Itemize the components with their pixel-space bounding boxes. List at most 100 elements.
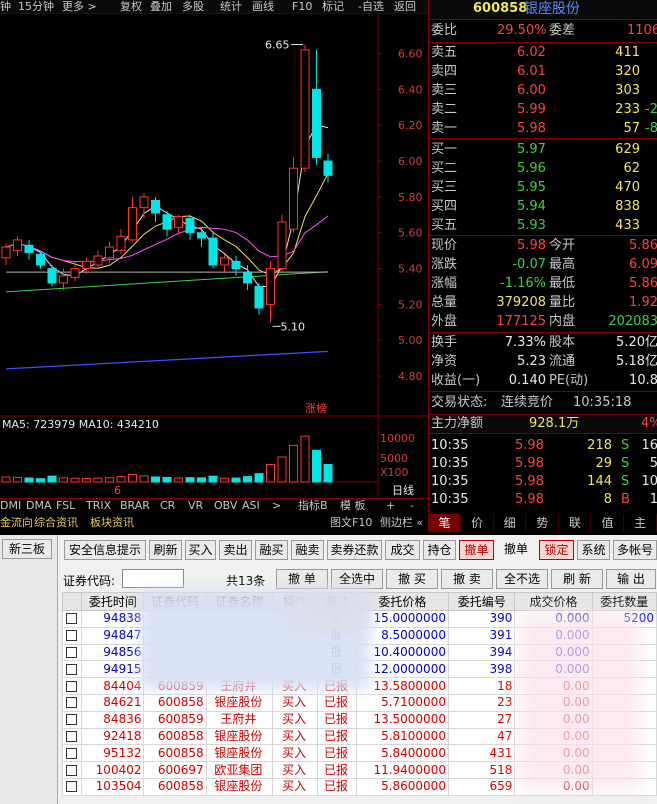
column-header[interactable]: 委托价格 [355,592,449,611]
row-checkbox[interactable] [65,680,77,692]
toolbar-item[interactable]: 更多 > [62,0,97,13]
toolbar-item[interactable]: 标记 [322,0,344,13]
order-time: 94847 [81,626,145,645]
candle-body [82,260,91,270]
asks-label: 卖四 [431,64,458,79]
indicator-tab[interactable]: CR [160,499,175,513]
row-checkbox[interactable] [65,697,77,709]
quote-tab[interactable]: 势 [526,514,559,532]
trade-button[interactable]: 多帐号 [613,540,657,560]
order-action-button[interactable]: 全选中 [331,569,383,589]
order-price: 11.9400000 [355,761,449,779]
toolbar-item[interactable]: -自选 [358,0,384,13]
toolbar-item[interactable]: 15分钟 [18,0,54,13]
column-header[interactable]: 委托数量 [591,592,657,611]
xinsanban-button[interactable]: 新三板 [2,539,52,559]
volume-bar [70,477,80,483]
info-tab[interactable]: 板块资讯 [90,515,134,530]
indicator-tab[interactable]: TRIX [86,499,111,513]
column-header[interactable] [61,592,83,611]
trade-button[interactable]: 卖券还款 [327,540,382,560]
row-checkbox[interactable] [65,663,77,675]
order-action-button[interactable]: 撤 买 [386,569,438,589]
column-header[interactable]: 成交价格 [514,592,593,611]
period-label[interactable]: 日线 [392,483,414,497]
order-action-button[interactable]: 输 出 [606,569,656,589]
trade-button[interactable]: 融买 [255,540,288,560]
volume-bar [162,476,172,483]
indicator-tab[interactable]: - [410,499,414,513]
indicator-tab[interactable]: 指标B [298,499,328,513]
stat-label: 涨幅 [431,276,458,291]
trade-button[interactable]: 融卖 [291,540,324,560]
row-checkbox[interactable] [65,630,77,642]
row-checkbox[interactable] [65,714,77,726]
privacy-blur [520,610,640,790]
trade-button[interactable]: 刷新 [149,540,182,560]
toolbar-item[interactable]: 返回 [394,0,416,13]
toolbar-item[interactable]: 画线 [252,0,274,13]
indicator-tab[interactable]: VR [188,499,203,513]
info-tab[interactable]: 金流向 [0,515,33,530]
quote-tab[interactable]: 联 [559,514,592,532]
column-header[interactable]: 委托时间 [81,592,145,611]
row-checkbox-cell [61,660,83,679]
stat-label: 收益(一) [431,373,481,388]
security-code-input[interactable] [122,569,184,588]
indicator-tab[interactable]: BRAR [120,499,150,513]
quote-tab[interactable]: 主 [624,514,657,532]
trade-button[interactable]: 成交 [385,540,420,560]
toolbar-item[interactable]: 叠加 [150,0,172,13]
bids-row: 买五 5.93 433 [429,217,657,235]
weibi-value: 29.50% [497,23,547,38]
trade-button[interactable]: 买入 [185,540,216,560]
volume-bar [151,476,160,483]
price-tick-label: 6.60 [398,48,423,61]
info-tab[interactable]: 侧边栏 « [380,515,423,530]
row-checkbox[interactable] [65,764,77,776]
trade-button[interactable]: 卖出 [219,540,252,560]
indicator-tab[interactable]: FSL [56,499,75,513]
bids-price: 5.97 [517,142,546,157]
order-action-button[interactable]: 刷 新 [551,569,603,589]
indicator-tab[interactable]: OBV [214,499,237,513]
asks-row: 卖三 6.00 303 [429,82,657,100]
bids-volume: 629 [615,142,640,157]
row-checkbox[interactable] [65,747,77,759]
row-checkbox[interactable] [65,730,77,742]
volume-bar [277,456,287,483]
trade-button[interactable]: 锁定 [539,540,574,560]
trade-button[interactable]: 持仓 [423,540,456,560]
order-action-button[interactable]: 撤 单 [276,569,328,589]
info-tab[interactable]: 图文F10 [330,515,372,530]
row-checkbox[interactable] [65,781,77,793]
row-checkbox[interactable] [65,613,77,625]
indicator-tab[interactable]: ASI [242,499,260,513]
trade-button[interactable]: 系统 [577,540,610,560]
toolbar-item[interactable]: 多股 [182,0,204,13]
trade-button[interactable]: 撤单 [459,540,494,560]
indicator-tab[interactable]: + [386,499,395,513]
row-checkbox[interactable] [65,646,77,658]
indicator-tab[interactable]: DMA [26,499,52,513]
quote-tab[interactable]: 细 [494,514,527,532]
quote-tab[interactable]: 值 [592,514,624,532]
trade-button[interactable]: 撤单 [497,540,535,560]
toolbar-item[interactable]: F10 [292,0,312,13]
quote-tab[interactable]: 价 [461,514,494,532]
indicator-tab[interactable]: DMI [0,499,21,513]
kline-chart[interactable]: 6.60 6.40 6.20 6.00 5.80 5.60 5.40 5.20 5.00 4.80… [0,14,428,500]
order-action-button[interactable]: 全不选 [496,569,548,589]
toolbar-item[interactable]: 复权 [120,0,142,13]
quote-tab[interactable]: 笔 [429,514,461,532]
order-action-button[interactable]: 撤 卖 [441,569,493,589]
net-flow-row: 主力净额 928.1万 4% [429,414,657,434]
divider [429,235,657,236]
toolbar-item[interactable]: 统计 [220,0,242,13]
indicator-tab[interactable]: 模 板 [340,499,366,513]
toolbar-item[interactable]: 钟 [0,0,11,13]
info-tab[interactable]: 综合资讯 [34,515,78,530]
trade-button[interactable]: 安全信息提示 [64,540,146,560]
indicator-tab[interactable]: > [272,499,281,513]
column-header[interactable]: 委托编号 [447,592,516,611]
